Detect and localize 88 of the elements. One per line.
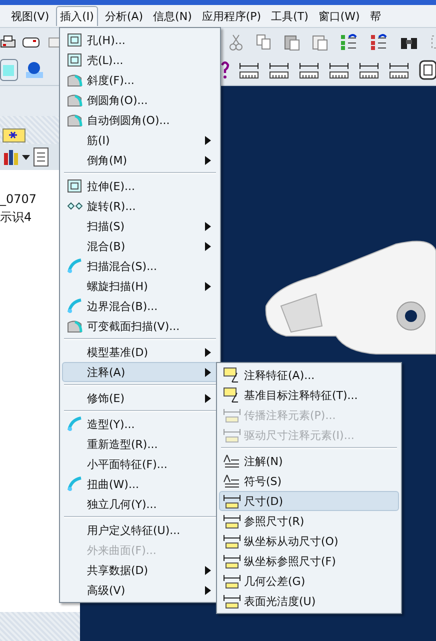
- menu-bar-item[interactable]: 工具(T): [268, 6, 312, 26]
- text-lines-icon: [223, 453, 241, 469]
- menu-item[interactable]: 壳(L)...: [62, 50, 218, 70]
- menu-item[interactable]: 混合(B): [62, 236, 218, 256]
- wedge-icon: [67, 72, 83, 88]
- menu-item[interactable]: 共享数据(D): [62, 560, 218, 580]
- menu-item[interactable]: 自动倒圆角(O)...: [62, 110, 218, 130]
- submenu-arrow-icon: [205, 282, 211, 290]
- dimension-icon: [223, 553, 241, 569]
- curve-icon: [67, 476, 83, 492]
- menu-bar-item[interactable]: 帮: [366, 6, 384, 26]
- menu-item[interactable]: 基准目标注释特征(T)...: [219, 385, 399, 405]
- dimension-icon: [223, 427, 241, 443]
- dimension-icon: [223, 573, 241, 589]
- menu-item[interactable]: 符号(S): [219, 471, 399, 491]
- wedge-icon: [67, 112, 83, 128]
- list-icon[interactable]: [32, 147, 50, 167]
- menu-item[interactable]: 扫描(S): [62, 216, 218, 236]
- square-icon: [67, 178, 83, 194]
- dimension-icon: [223, 407, 241, 423]
- menu-item[interactable]: 参照尺寸(R): [219, 511, 399, 531]
- wedge-icon: [67, 92, 83, 108]
- tools-icon[interactable]: [2, 147, 20, 167]
- menu-item[interactable]: 可变截面扫描(V)...: [62, 316, 218, 336]
- menu-item[interactable]: 重新造型(R)...: [62, 434, 218, 454]
- menu-item[interactable]: 斜度(F)...: [62, 70, 218, 90]
- menu-item[interactable]: 筋(I): [62, 130, 218, 150]
- curve-icon: [67, 298, 83, 314]
- menu-item[interactable]: 旋转(R)...: [62, 196, 218, 216]
- note-icon: [223, 367, 241, 383]
- square-icon: [67, 52, 83, 68]
- menu-item[interactable]: 几何公差(G): [219, 571, 399, 591]
- sphere-icon[interactable]: [24, 59, 44, 81]
- submenu-arrow-icon: [205, 136, 211, 144]
- submenu-arrow-icon: [205, 222, 211, 230]
- square-icon: [67, 32, 83, 48]
- folder-tab-icon[interactable]: [2, 126, 26, 144]
- menu-bar-item[interactable]: 分析(A): [102, 6, 146, 26]
- submenu-arrow-icon: [205, 394, 211, 402]
- submenu-arrow-icon: [205, 348, 211, 356]
- menu-item[interactable]: 纵坐标从动尺寸(O): [219, 531, 399, 551]
- menu-item[interactable]: 造型(Y)...: [62, 414, 218, 434]
- printer-icon[interactable]: [0, 34, 16, 50]
- curve-icon: [67, 258, 83, 274]
- menu-item[interactable]: 纵坐标参照尺寸(F): [219, 551, 399, 571]
- curve-icon: [67, 416, 83, 432]
- menu-item[interactable]: 倒圆角(O)...: [62, 90, 218, 110]
- menu-bar-item[interactable]: 插入(I): [56, 6, 98, 26]
- menu-item[interactable]: 注释特征(A)...: [219, 365, 399, 385]
- submenu-arrow-icon: [205, 368, 211, 376]
- menu-item[interactable]: 拉伸(E)...: [62, 176, 218, 196]
- dimension-icon: [223, 533, 241, 549]
- menu-item[interactable]: 扭曲(W)...: [62, 474, 218, 494]
- paste-icon[interactable]: [284, 32, 300, 50]
- menu-bar-item[interactable]: 窗口(W): [315, 6, 363, 26]
- menu-item[interactable]: 扫描混合(S)...: [62, 256, 218, 276]
- menu-item[interactable]: 边界混合(B)...: [62, 296, 218, 316]
- paste-icon[interactable]: [312, 32, 328, 50]
- note-icon: [223, 387, 241, 403]
- menu-item[interactable]: 注释(A): [62, 362, 218, 382]
- submenu-arrow-icon: [205, 586, 211, 594]
- menu-item[interactable]: 独立几何(Y)...: [62, 494, 218, 514]
- menu-item[interactable]: 尺寸(D): [219, 491, 399, 511]
- menu-bar-item[interactable]: 应用程序(P): [198, 6, 264, 26]
- menu-bar-item[interactable]: 信息(N): [150, 6, 195, 26]
- menu-item[interactable]: 注解(N): [219, 451, 399, 471]
- menu-item[interactable]: 倒角(M): [62, 150, 218, 170]
- scissors-icon[interactable]: [228, 32, 244, 50]
- menu-item[interactable]: 螺旋扫描(H): [62, 276, 218, 296]
- menu-item[interactable]: 孔(H)...: [62, 30, 218, 50]
- dimension-icon: [223, 593, 241, 609]
- menu-item[interactable]: 用户定义特征(U)...: [62, 520, 218, 540]
- submenu-arrow-icon: [205, 242, 211, 250]
- menu-item[interactable]: 小平面特征(F)...: [62, 454, 218, 474]
- menu-item[interactable]: 修饰(E): [62, 388, 218, 408]
- menu-item[interactable]: 模型基准(D): [62, 342, 218, 362]
- cube-icon[interactable]: [0, 59, 18, 81]
- dimension-icon: [223, 513, 241, 529]
- text-lines-icon: [223, 473, 241, 489]
- submenu-arrow-icon: [205, 566, 211, 574]
- copy-icon[interactable]: [256, 32, 272, 50]
- menu-item[interactable]: 表面光洁度(U): [219, 591, 399, 611]
- submenu-arrow-icon: [205, 156, 211, 164]
- menu-bar-item[interactable]: 视图(V): [8, 6, 52, 26]
- dimension-icon: [223, 493, 241, 509]
- wedge-icon: [67, 318, 83, 334]
- help-icon[interactable]: [220, 59, 230, 81]
- menu-item[interactable]: 高级(V): [62, 580, 218, 600]
